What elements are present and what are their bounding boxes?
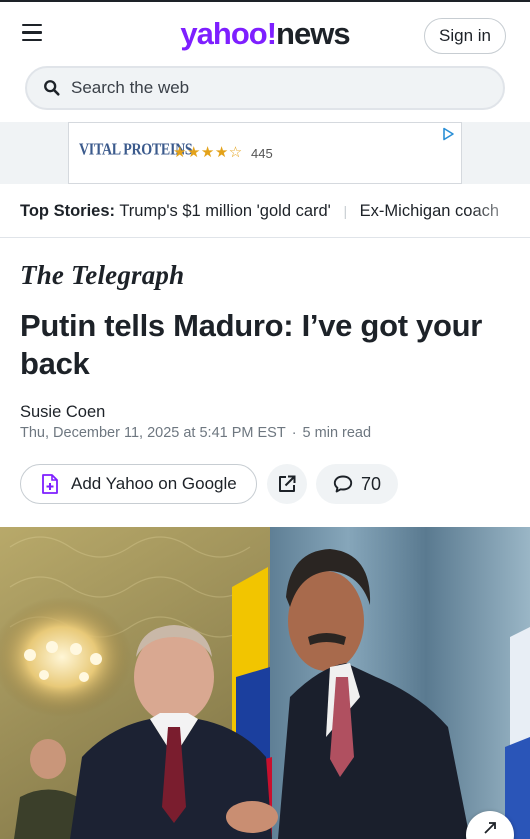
article-author[interactable]: Susie Coen — [20, 403, 105, 422]
ad-banner[interactable]: VITAL PROTEINS ★★★★☆ 445 — [68, 122, 462, 184]
ad-rating-stars: ★★★★☆ — [173, 144, 243, 161]
add-yahoo-on-google-button[interactable]: Add Yahoo on Google — [20, 464, 257, 504]
article-date: Thu, December 11, 2025 at 5:41 PM EST — [20, 425, 286, 441]
add-yahoo-on-google-label: Add Yahoo on Google — [71, 474, 237, 493]
logo-news: news — [276, 16, 351, 51]
comment-icon — [333, 475, 353, 493]
article-headline: Putin tells Maduro: I’ve got your back — [20, 308, 483, 381]
header: yahoo!news Sign in — [0, 0, 530, 66]
top-story-link[interactable]: Trump's $1 million 'gold card' — [119, 202, 331, 220]
search-input[interactable] — [71, 78, 471, 98]
publisher-logo[interactable]: The Telegraph — [20, 260, 184, 291]
search-icon — [44, 80, 60, 96]
article-hero-image[interactable] — [0, 527, 530, 839]
ticker-divider: | — [343, 203, 348, 219]
meta-separator: · — [291, 425, 297, 441]
logo-yahoo: yahoo — [180, 16, 267, 51]
expand-icon — [484, 822, 496, 834]
top-stories-ticker: Top Stories: Trump's $1 million 'gold ca… — [0, 192, 530, 238]
ad-choices-icon[interactable] — [441, 127, 455, 141]
ad-banner-area: VITAL PROTEINS ★★★★☆ 445 — [0, 122, 530, 184]
search-bar[interactable] — [25, 66, 505, 110]
share-icon — [279, 475, 296, 492]
ticker-fade — [470, 192, 530, 236]
add-source-icon — [42, 474, 58, 494]
read-time: 5 min read — [302, 425, 372, 441]
top-stories-label: Top Stories: — [20, 202, 116, 220]
logo-bang: ! — [266, 16, 277, 51]
article-meta: Thu, December 11, 2025 at 5:41 PM EST · 5 … — [20, 425, 371, 441]
share-button[interactable] — [267, 464, 307, 504]
comments-button[interactable]: 70 — [316, 464, 398, 504]
sign-in-button[interactable]: Sign in — [424, 18, 506, 54]
ad-rating-count: 445 — [251, 146, 273, 161]
comments-count: 70 — [360, 473, 382, 494]
article-photo — [0, 527, 530, 839]
